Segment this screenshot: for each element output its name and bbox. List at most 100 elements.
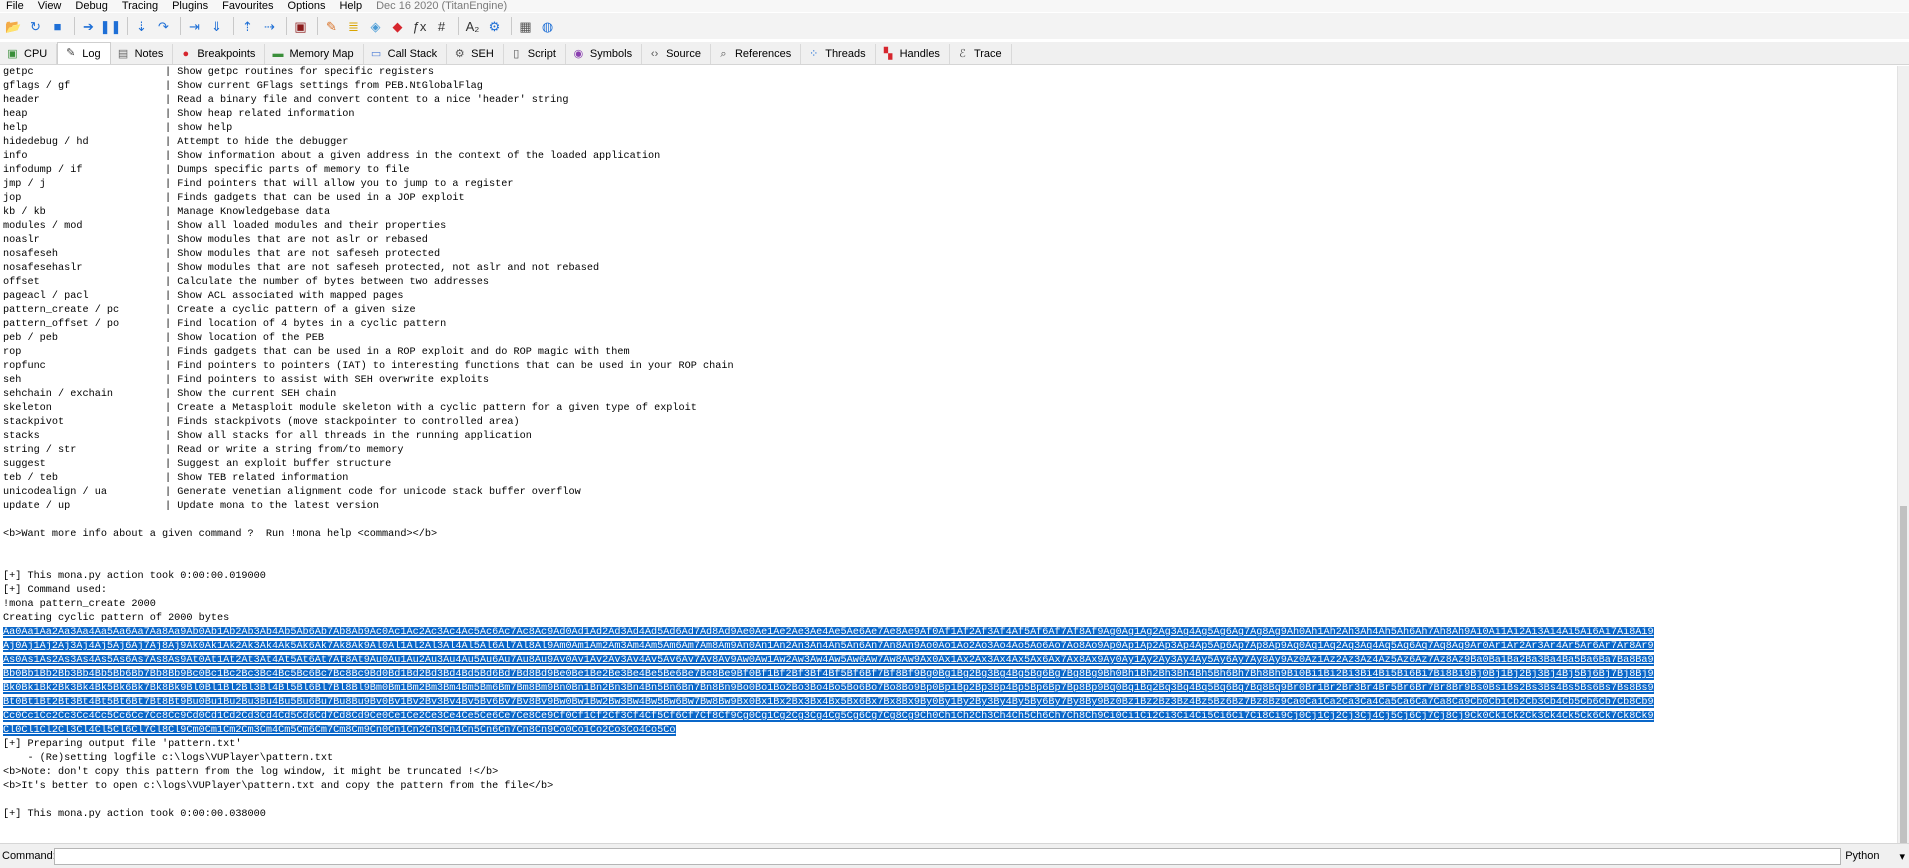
trace-into-button[interactable]: ⇥ [185,17,204,36]
pattern-line[interactable]: Aj0Aj1Aj2Aj3Aj4Aj5Aj6Aj7Aj8Aj9Ak0Ak1Ak2A… [0,640,1897,654]
tab-label: CPU [24,48,48,60]
log-line: ropfunc | Find pointers to pointers (IAT)… [0,360,1897,374]
log-scrollbar[interactable] [1897,66,1909,843]
tab-threads[interactable]: ⁘ Threads [801,44,876,64]
tab-cpu[interactable]: ▣ CPU [0,44,58,64]
comments-icon: ◈ [370,18,381,34]
tab-label: Call Stack [387,48,438,60]
script-button[interactable]: ≣ [344,17,363,36]
pattern-line[interactable]: Cl0Cl1Cl2Cl3Cl4Cl5Cl6Cl7Cl8Cl9Cm0Cm1Cm2C… [0,724,1897,738]
scylla-button[interactable]: ▣ [291,17,310,36]
pattern-line[interactable]: Bb0Bb1Bb2Bb3Bb4Bb5Bb6Bb7Bb8Bb9Bc0Bc1Bc2B… [0,668,1897,682]
pattern-text[interactable]: Bk0Bk1Bk2Bk3Bk4Bk5Bk6Bk7Bk8Bk9Bl0Bl1Bl2B… [3,683,1654,694]
command-name: nosafeseh [3,249,59,260]
trace-over-button[interactable]: ⇓ [207,17,226,36]
tab-memorymap[interactable]: ▬ Memory Map [265,44,364,64]
restart-icon: ↻ [30,18,41,34]
tab-label: Breakpoints [197,48,256,60]
menu-item[interactable]: Debug [69,0,115,12]
menu-item[interactable]: Favourites [216,0,281,12]
globe-button[interactable]: ◍ [538,17,557,36]
hash-button[interactable]: # [432,17,451,36]
bookmark-button[interactable]: ◆ [388,17,407,36]
log-line: <b>Note: don't copy this pattern from th… [3,767,499,778]
language-select[interactable]: Python ▾ [1841,850,1909,863]
log-line: update / up | Update mona to the latest v… [0,500,1897,514]
open-button[interactable]: 📂 [4,17,23,36]
pattern-text[interactable]: Bt0Bt1Bt2Bt3Bt4Bt5Bt6Bt7Bt8Bt9Bu0Bu1Bu2B… [3,697,1654,708]
pattern-line[interactable]: Bk0Bk1Bk2Bk3Bk4Bk5Bk6Bk7Bk8Bk9Bl0Bl1Bl2B… [0,682,1897,696]
command-name: seh [3,375,22,386]
command-description: | Show ACL associated with mapped pages [165,291,404,302]
command-name: heap [3,109,28,120]
tab-source[interactable]: ‹› Source [642,44,711,64]
log-line: kb / kb | Manage Knowledgebase data [0,206,1897,220]
tab-script[interactable]: ▯ Script [504,44,566,64]
command-description: | Show the current SEH chain [165,389,337,400]
step-over-button[interactable]: ↷ [154,17,173,36]
command-name: suggest [3,459,46,470]
function-button[interactable]: ƒx [410,17,429,36]
pattern-line[interactable]: As0As1As2As3As4As5As6As7As8As9At0At1At2A… [0,654,1897,668]
log-line: stacks | Show all stacks for all threads … [0,430,1897,444]
restart-button[interactable]: ↻ [26,17,45,36]
tab-label: Script [527,48,556,60]
scrollbar-thumb[interactable] [1900,506,1907,843]
tab-notes[interactable]: ▤ Notes [111,44,174,64]
command-input[interactable] [54,847,1842,865]
log-view[interactable]: getpc | Show getpc routines for specific … [0,66,1897,843]
log-line: - (Re)setting logfile c:\logs\VUPlayer\p… [3,753,334,764]
pattern-text[interactable]: As0As1As2As3As4As5As6As7As8As9At0At1At2A… [3,655,1654,666]
pattern-text[interactable]: Cl0Cl1Cl2Cl3Cl4Cl5Cl6Cl7Cl8Cl9Cm0Cm1Cm2C… [3,725,676,736]
log-line: jmp / j | Find pointers that will allow y… [0,178,1897,192]
command-description: | Show TEB related information [165,473,349,484]
pattern-text[interactable]: Cc0Cc1Cc2Cc3Cc4Cc5Cc6Cc7Cc8Cc9Cd0Cd1Cd2C… [3,711,1654,722]
references-icon: ⌕ [720,47,727,60]
log-line: nosafeseh | Show modules that are not saf… [0,248,1897,262]
calculator-button[interactable]: ▦ [516,17,535,36]
menu-item[interactable]: View [32,0,70,12]
tab-seh[interactable]: ⚙ SEH [447,44,504,64]
pattern-text[interactable]: Aa0Aa1Aa2Aa3Aa4Aa5Aa6Aa7Aa8Aa9Ab0Ab1Ab2A… [3,627,1654,638]
step-into-button[interactable]: ⇣ [132,17,151,36]
pattern-text[interactable]: Bb0Bb1Bb2Bb3Bb4Bb5Bb6Bb7Bb8Bb9Bc0Bc1Bc2B… [3,669,1654,680]
close-button[interactable]: ■ [48,17,67,36]
menu-item[interactable]: File [0,0,32,12]
comments-button[interactable]: ◈ [366,17,385,36]
log-line: rop | Finds gadgets that can be used in a… [0,346,1897,360]
tab-trace[interactable]: ℰ Trace [950,44,1012,64]
font-button[interactable]: A₂ [463,17,482,36]
pattern-line[interactable]: Cc0Cc1Cc2Cc3Cc4Cc5Cc6Cc7Cc8Cc9Cd0Cd1Cd2C… [0,710,1897,724]
seh-icon: ⚙ [454,47,465,60]
run-to-user-code-button[interactable]: ⇢ [260,17,279,36]
run-to-user-code-icon: ⇢ [264,18,275,34]
menu-item[interactable]: Help [333,0,370,12]
tab-handles[interactable]: ▚ Handles [876,44,950,64]
toolbar-separator [317,17,318,35]
tab-symbols[interactable]: ◉ Symbols [566,44,643,64]
menu-item[interactable]: Plugins [166,0,216,12]
execute-till-return-button[interactable]: ⇡ [238,17,257,36]
settings-button[interactable]: ⚙ [485,17,504,36]
log-line: help | show help [0,122,1897,136]
globe-icon: ◍ [541,18,554,34]
tab-log[interactable]: ✎ Log [57,42,111,64]
pattern-text[interactable]: Aj0Aj1Aj2Aj3Aj4Aj5Aj6Aj7Aj8Aj9Ak0Ak1Ak2A… [3,641,1654,652]
command-name: pattern_offset / po [3,319,120,330]
command-name: modules / mod [3,221,83,232]
command-description: | Find pointers to pointers (IAT) to int… [165,361,734,372]
menu-item[interactable]: Options [282,0,334,12]
tab-callstack[interactable]: ▭ Call Stack [364,44,448,64]
menu-item[interactable]: Tracing [116,0,166,12]
execute-till-return-icon: ⇡ [242,18,253,34]
pattern-line[interactable]: Aa0Aa1Aa2Aa3Aa4Aa5Aa6Aa7Aa8Aa9Ab0Ab1Ab2A… [0,626,1897,640]
pattern-line[interactable]: Bt0Bt1Bt2Bt3Bt4Bt5Bt6Bt7Bt8Bt9Bu0Bu1Bu2B… [0,696,1897,710]
tab-references[interactable]: ⌕ References [711,44,802,64]
command-description: | Generate venetian alignment code for u… [165,487,581,498]
run-button[interactable]: ➔ [79,17,98,36]
log-line: info | Show information about a given add… [0,150,1897,164]
patch-button[interactable]: ✎ [322,17,341,36]
tab-breakpoints[interactable]: ● Breakpoints [173,44,266,64]
command-description: | Show information about a given address… [165,151,661,162]
pause-button[interactable]: ❚❚ [100,17,122,36]
